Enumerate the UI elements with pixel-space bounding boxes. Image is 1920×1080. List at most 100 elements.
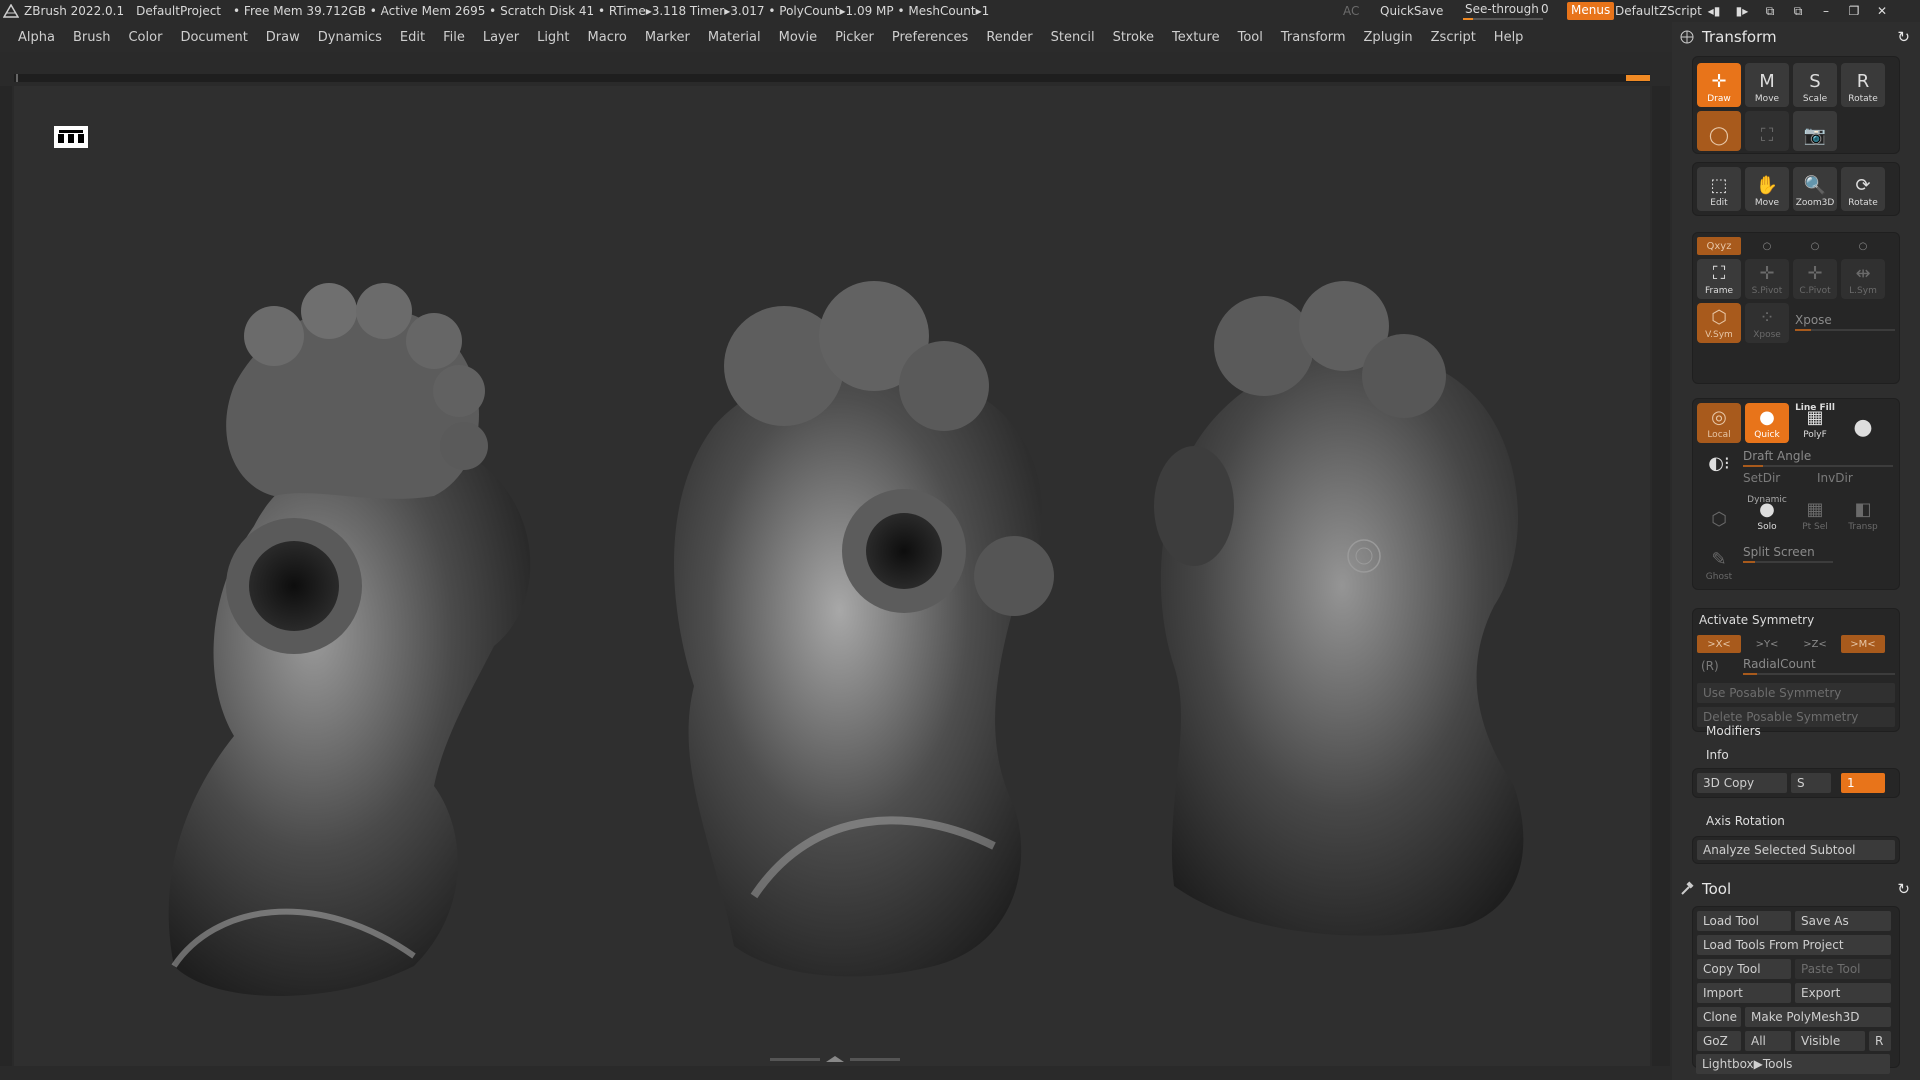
reset-icon[interactable]: ↻ (1897, 28, 1910, 46)
quick-button[interactable]: ● Quick (1745, 403, 1789, 443)
export-button[interactable]: Export (1795, 983, 1891, 1003)
transform-palette-header[interactable]: Transform ↻ (1672, 24, 1920, 50)
menu-stroke[interactable]: Stroke (1113, 30, 1154, 45)
sym-z-button[interactable]: >Z< (1793, 635, 1837, 653)
menu-color[interactable]: Color (128, 30, 162, 45)
menu-brush[interactable]: Brush (73, 30, 111, 45)
tool-reset-icon[interactable]: ↻ (1897, 880, 1910, 898)
vsym-button[interactable]: ⬡ V.Sym (1697, 303, 1741, 343)
goz-r-button[interactable]: R (1869, 1031, 1891, 1051)
sym-y-button[interactable]: >Y< (1745, 635, 1789, 653)
restore-icon[interactable]: ❐ (1845, 4, 1863, 19)
menu-edit[interactable]: Edit (400, 30, 425, 45)
radial-count-slider[interactable]: RadialCount (1743, 657, 1895, 675)
menu-picker[interactable]: Picker (835, 30, 874, 45)
copy3d-s-button[interactable]: S (1791, 773, 1831, 793)
draw-button[interactable]: ✛ Draw (1697, 63, 1741, 107)
ac-toggle[interactable]: AC (1343, 4, 1359, 18)
scale-button[interactable]: S Scale (1793, 63, 1837, 107)
default-zscript-button[interactable]: DefaultZScript (1615, 4, 1702, 18)
invdir-button[interactable]: InvDir (1817, 471, 1853, 485)
strip-marker[interactable] (1626, 75, 1650, 81)
axis-toggle-2-icon[interactable]: ○ (1793, 237, 1837, 255)
import-button[interactable]: Import (1697, 983, 1791, 1003)
make-polymesh3d-button[interactable]: Make PolyMesh3D (1745, 1007, 1891, 1027)
cpivot-button[interactable]: ✛ C.Pivot (1793, 259, 1837, 299)
goz-button[interactable]: GoZ (1697, 1031, 1741, 1051)
menu-file[interactable]: File (443, 30, 465, 45)
ptsel-button[interactable]: ▦ Pt Sel (1793, 495, 1837, 535)
lsym-button[interactable]: ⇹ L.Sym (1841, 259, 1885, 299)
menu-tool[interactable]: Tool (1238, 30, 1263, 45)
canvas-viewport[interactable] (14, 86, 1650, 1066)
menu-help[interactable]: Help (1494, 30, 1524, 45)
sym-m-button[interactable]: >M< (1841, 635, 1885, 653)
edit-frame-button[interactable]: ⛶ (1745, 111, 1789, 151)
window-swap-icon[interactable]: ⧉ (1761, 4, 1779, 19)
radial-r-button[interactable]: (R) (1701, 659, 1719, 673)
paste-tool-button[interactable]: Paste Tool (1795, 959, 1891, 979)
menu-layer[interactable]: Layer (483, 30, 519, 45)
contrast-button[interactable]: ◐⁝ (1697, 447, 1741, 479)
copy3d-button[interactable]: 3D Copy (1697, 773, 1787, 793)
quicksave-button[interactable]: QuickSave (1380, 4, 1443, 18)
axis-toggle-1-icon[interactable]: ○ (1745, 237, 1789, 255)
menu-zscript[interactable]: Zscript (1431, 30, 1476, 45)
menu-material[interactable]: Material (708, 30, 761, 45)
gizmo-button[interactable]: ◯ (1697, 111, 1741, 151)
matcap-button[interactable]: ● (1841, 403, 1885, 443)
load-tool-button[interactable]: Load Tool (1697, 911, 1791, 931)
modifiers-subpalette[interactable]: Modifiers (1706, 724, 1761, 738)
use-posable-symmetry-button[interactable]: Use Posable Symmetry (1697, 683, 1895, 703)
snapshot-button[interactable]: 📷 (1793, 111, 1837, 151)
menu-texture[interactable]: Texture (1172, 30, 1220, 45)
menu-marker[interactable]: Marker (645, 30, 690, 45)
zoom3d-button[interactable]: 🔍 Zoom3D (1793, 167, 1837, 211)
bpr-button[interactable]: ⬡ (1697, 495, 1741, 535)
pan-button[interactable]: ✋ Move (1745, 167, 1789, 211)
activate-symmetry-button[interactable]: Activate Symmetry (1699, 613, 1814, 627)
ghost-button[interactable]: ✎ Ghost (1697, 545, 1741, 585)
menus-button[interactable]: Menus (1567, 2, 1615, 20)
menu-preferences[interactable]: Preferences (892, 30, 968, 45)
sym-x-button[interactable]: >X< (1697, 635, 1741, 653)
layout-left-icon[interactable]: ◂▮ (1705, 4, 1723, 19)
menu-movie[interactable]: Movie (779, 30, 817, 45)
xpose-slider[interactable]: Xpose (1795, 313, 1895, 331)
transp-button[interactable]: ◧ Transp (1841, 495, 1885, 535)
menu-document[interactable]: Document (180, 30, 247, 45)
info-subpalette[interactable]: Info (1706, 748, 1729, 762)
menu-light[interactable]: Light (537, 30, 569, 45)
menu-draw[interactable]: Draw (266, 30, 300, 45)
solo-button[interactable]: Dynamic ● Solo (1745, 495, 1789, 535)
copy3d-value-field[interactable]: 1 (1841, 773, 1885, 793)
lightbox-tools-button[interactable]: Lightbox▶Tools (1696, 1054, 1890, 1074)
menu-render[interactable]: Render (986, 30, 1032, 45)
menu-stencil[interactable]: Stencil (1051, 30, 1095, 45)
rotate-button[interactable]: R Rotate (1841, 63, 1885, 107)
axis-rotation-subpalette[interactable]: Axis Rotation (1706, 814, 1785, 828)
layout-right-icon[interactable]: ▮▸ (1733, 4, 1751, 19)
save-as-button[interactable]: Save As (1795, 911, 1891, 931)
frame-button[interactable]: ⛶ Frame (1697, 259, 1741, 299)
axes-button[interactable]: Qxyz (1697, 237, 1741, 255)
bottom-tray-handle-icon[interactable] (770, 1054, 900, 1066)
close-icon[interactable]: ✕ (1873, 4, 1891, 19)
setdir-button[interactable]: SetDir (1743, 471, 1780, 485)
window-swap2-icon[interactable]: ⧉ (1789, 4, 1807, 19)
menu-transform[interactable]: Transform (1281, 30, 1346, 45)
navigation-cube-icon[interactable] (54, 126, 88, 148)
goz-all-button[interactable]: All (1745, 1031, 1791, 1051)
draft-angle-slider[interactable]: Draft Angle (1743, 449, 1893, 467)
edit-button[interactable]: ⬚ Edit (1697, 167, 1741, 211)
menu-macro[interactable]: Macro (588, 30, 627, 45)
split-screen-slider[interactable]: Split Screen (1743, 545, 1833, 563)
load-tools-from-project-button[interactable]: Load Tools From Project (1697, 935, 1891, 955)
move-button[interactable]: M Move (1745, 63, 1789, 107)
right-tray-edge[interactable] (1652, 86, 1670, 1066)
clone-button[interactable]: Clone (1697, 1007, 1741, 1027)
rotate-view-button[interactable]: ⟳ Rotate (1841, 167, 1885, 211)
minimize-icon[interactable]: – (1817, 4, 1835, 19)
tool-palette-header[interactable]: Tool ↻ (1672, 876, 1920, 902)
analyze-subtool-button[interactable]: Analyze Selected Subtool (1697, 840, 1895, 860)
